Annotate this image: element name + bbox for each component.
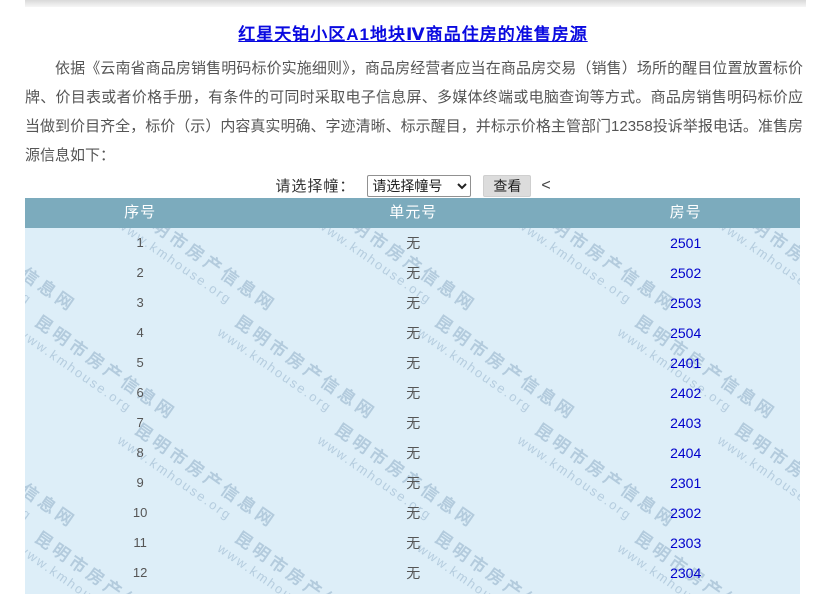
room-number-link[interactable]: 2402 — [670, 385, 701, 401]
row-unit: 无 — [255, 258, 571, 288]
room-number-link[interactable]: 2503 — [670, 295, 701, 311]
row-unit: 无 — [255, 378, 571, 408]
table-header-row: 序号单元号房号 — [25, 198, 800, 228]
room-number-link[interactable]: 2501 — [670, 235, 701, 251]
table-row: 1无 2501 — [25, 228, 800, 258]
table-row: 13无2201 — [25, 588, 800, 594]
table-row: 7无 2403 — [25, 408, 800, 438]
table-row: 12无 2304 — [25, 558, 800, 588]
row-unit: 无 — [255, 228, 571, 258]
table-row: 4无 2504 — [25, 318, 800, 348]
row-seq: 8 — [25, 438, 255, 468]
row-unit: 无 — [255, 498, 571, 528]
row-seq: 13 — [25, 588, 255, 594]
table-row: 9无 2301 — [25, 468, 800, 498]
row-unit: 无 — [255, 318, 571, 348]
table-row: 3无 2503 — [25, 288, 800, 318]
column-header-room: 房号 — [571, 198, 800, 228]
room-number-link[interactable]: 2303 — [670, 535, 701, 551]
column-header-seq: 序号 — [25, 198, 255, 228]
table-row: 5无 2401 — [25, 348, 800, 378]
row-seq: 5 — [25, 348, 255, 378]
row-seq: 3 — [25, 288, 255, 318]
row-unit: 无 — [255, 438, 571, 468]
table-row: 2无 2502 — [25, 258, 800, 288]
row-seq: 12 — [25, 558, 255, 588]
row-seq: 7 — [25, 408, 255, 438]
row-room: 2302 — [571, 498, 800, 528]
row-unit: 无 — [255, 558, 571, 588]
row-room: 2402 — [571, 378, 800, 408]
prev-page-arrow[interactable]: < — [541, 177, 550, 195]
row-seq: 10 — [25, 498, 255, 528]
row-seq: 9 — [25, 468, 255, 498]
row-room: 2303 — [571, 528, 800, 558]
row-room: 2404 — [571, 438, 800, 468]
row-seq: 2 — [25, 258, 255, 288]
room-number-link[interactable]: 2403 — [670, 415, 701, 431]
row-seq: 1 — [25, 228, 255, 258]
page-title-link[interactable]: 红星天铂小区A1地块Ⅳ商品住房的准售房源 — [238, 25, 587, 44]
notice-paragraph: 依据《云南省商品房销售明码标价实施细则》，商品房经营者应当在商品房交易（销售）场… — [25, 54, 803, 170]
row-unit: 无 — [255, 528, 571, 558]
view-button[interactable]: 查看 — [483, 175, 531, 197]
row-unit: 无 — [255, 588, 571, 594]
room-number-link[interactable]: 2304 — [670, 565, 701, 581]
room-number-link[interactable]: 2504 — [670, 325, 701, 341]
row-room: 2201 — [571, 588, 800, 594]
room-number-link[interactable]: 2404 — [670, 445, 701, 461]
row-room: 2501 — [571, 228, 800, 258]
tower-select-label: 请选择幢： — [275, 175, 355, 196]
row-seq: 11 — [25, 528, 255, 558]
listing-table: 昆明市房产信息网www.kmhouse.org昆明市房产信息网www.kmhou… — [25, 198, 800, 594]
row-unit: 无 — [255, 468, 571, 498]
row-unit: 无 — [255, 408, 571, 438]
table-body: 1无25012无25023无25034无25045无24016无24027无24… — [25, 228, 800, 594]
row-seq: 4 — [25, 318, 255, 348]
row-room: 2304 — [571, 558, 800, 588]
row-room: 2504 — [571, 318, 800, 348]
room-number-link[interactable]: 2401 — [670, 355, 701, 371]
row-seq: 6 — [25, 378, 255, 408]
tower-select-row: 请选择幢： 请选择幢号 查看 < — [0, 173, 826, 198]
room-number-link[interactable]: 2502 — [670, 265, 701, 281]
row-room: 2301 — [571, 468, 800, 498]
table-row: 11无 2303 — [25, 528, 800, 558]
room-number-link[interactable]: 2301 — [670, 475, 701, 491]
row-room: 2403 — [571, 408, 800, 438]
row-room: 2502 — [571, 258, 800, 288]
table-row: 8无 2404 — [25, 438, 800, 468]
row-unit: 无 — [255, 348, 571, 378]
tower-select[interactable]: 请选择幢号 — [367, 175, 471, 197]
row-unit: 无 — [255, 288, 571, 318]
top-divider-bar — [25, 0, 806, 7]
column-header-unit: 单元号 — [255, 198, 571, 228]
room-number-link[interactable]: 2302 — [670, 505, 701, 521]
row-room: 2401 — [571, 348, 800, 378]
row-room: 2503 — [571, 288, 800, 318]
title-row: 红星天铂小区A1地块Ⅳ商品住房的准售房源 — [0, 20, 826, 46]
table-row: 10无 2302 — [25, 498, 800, 528]
table-row: 6无 2402 — [25, 378, 800, 408]
